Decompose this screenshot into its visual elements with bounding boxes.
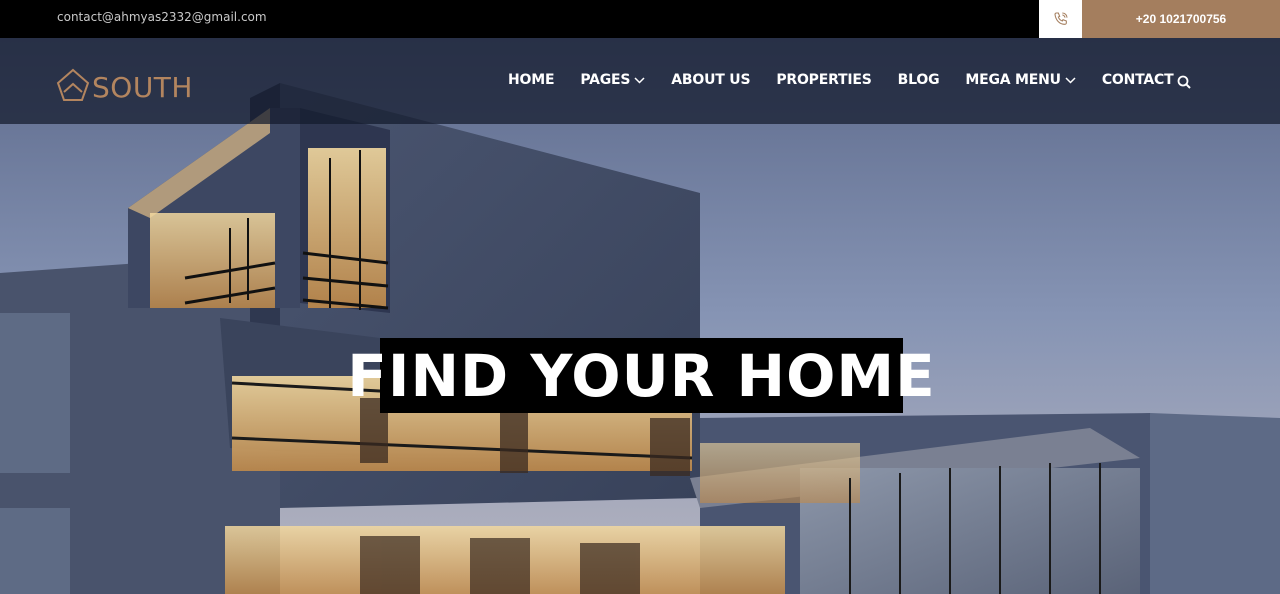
chevron-down-icon (1065, 76, 1076, 84)
nav-label: MEGA MENU (965, 72, 1061, 88)
nav-label: HOME (508, 72, 555, 88)
house-outline-icon (56, 68, 90, 101)
chevron-down-icon (634, 76, 645, 84)
site-logo[interactable]: SOUTH (56, 65, 193, 104)
nav-item-home[interactable]: HOME (508, 72, 555, 88)
nav-label: BLOG (897, 72, 940, 88)
logo-text: SOUTH (92, 71, 193, 104)
main-menu: HOME PAGES ABOUT US PROPERTIES BLOG MEGA… (508, 72, 1199, 88)
nav-label: CONTACT (1101, 72, 1174, 88)
top-bar: contact@ahmyas2332@gmail.com +20 1021700… (0, 0, 1280, 38)
phone-icon[interactable] (1039, 0, 1082, 38)
nav-label: PAGES (580, 72, 631, 88)
nav-label: ABOUT US (671, 72, 751, 88)
contact-email[interactable]: contact@ahmyas2332@gmail.com (57, 10, 267, 24)
nav-item-about-us[interactable]: ABOUT US (671, 72, 750, 88)
nav-item-mega-menu[interactable]: MEGA MENU (965, 72, 1076, 88)
nav-item-blog[interactable]: BLOG (898, 72, 940, 88)
nav-label: PROPERTIES (776, 72, 872, 88)
hero-headline-box: FIND YOUR HOME (347, 338, 935, 413)
nav-item-properties[interactable]: PROPERTIES (776, 72, 872, 88)
nav-item-pages[interactable]: PAGES (580, 72, 645, 88)
main-navbar: SOUTH HOME PAGES ABOUT US PROPERTIES BLO… (0, 38, 1280, 124)
search-icon[interactable] (1177, 75, 1191, 94)
phone-number[interactable]: +20 1021700756 (1082, 0, 1280, 38)
nav-item-contact[interactable]: CONTACT (1102, 72, 1174, 88)
hero-headline: FIND YOUR HOME (347, 341, 936, 410)
